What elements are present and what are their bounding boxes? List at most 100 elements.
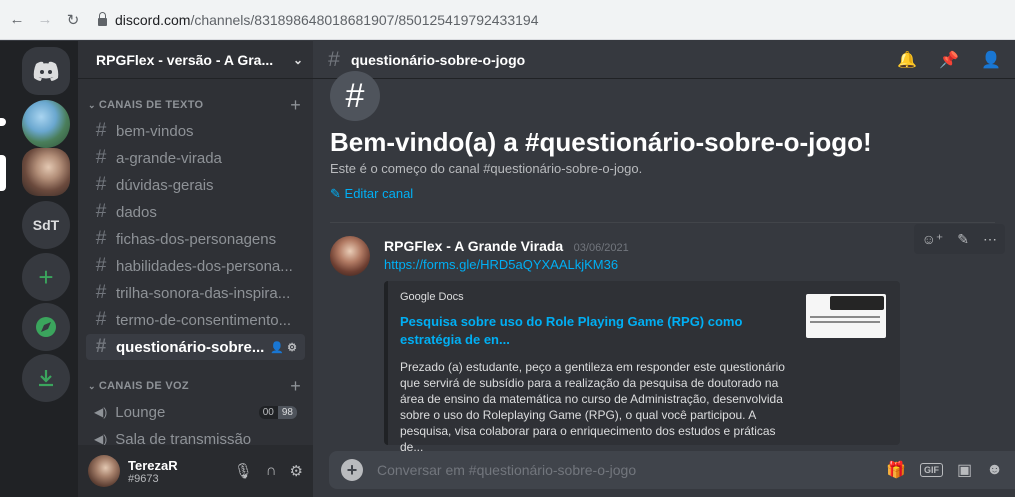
add-server-icon[interactable]: + — [22, 253, 70, 301]
hash-icon: # — [95, 174, 107, 195]
channel-label: habilidades-dos-persona... — [116, 257, 293, 275]
avatar[interactable] — [88, 455, 120, 487]
user-name: TerezaR — [128, 457, 178, 473]
channel-item-a-grande-virada[interactable]: # a-grande-virada — [86, 145, 305, 171]
channel-label: dúvidas-gerais — [116, 176, 214, 194]
emoji-icon[interactable]: ☻ — [986, 461, 1003, 479]
gif-button[interactable]: GIF — [920, 463, 944, 477]
channel-header: # questionário-sobre-o-jogo 🔔 📌 👤 — [313, 41, 1015, 79]
reload-icon[interactable]: ↻ — [62, 11, 84, 29]
discord-home-button[interactable] — [22, 47, 70, 95]
channel-label: bem-vindos — [116, 122, 194, 140]
hash-icon: # — [95, 255, 107, 276]
channel-item-habilidades[interactable]: # habilidades-dos-persona... — [86, 253, 305, 279]
channel-item-dados[interactable]: # dados — [86, 199, 305, 225]
channel-sidebar: RPGFlex - versão - A Gra... ⌄ ⌄ CANAIS DE… — [78, 41, 313, 497]
category-label: CANAIS DE TEXTO — [98, 99, 204, 111]
user-settings-gear-icon[interactable]: ⚙ — [290, 462, 303, 480]
category-voice-channels[interactable]: ⌄ CANAIS DE VOZ + — [78, 374, 313, 398]
embed-description: Prezado (a) estudante, peço a gentileza … — [400, 360, 785, 454]
category-label: CANAIS DE VOZ — [98, 380, 189, 392]
category-text-channels[interactable]: ⌄ CANAIS DE TEXTO + — [78, 93, 313, 117]
unread-indicator — [0, 118, 6, 126]
pinned-messages-icon[interactable]: 📌 — [939, 50, 959, 70]
embed-title[interactable]: Pesquisa sobre uso do Role Playing Game … — [400, 313, 770, 349]
channel-label: dados — [116, 203, 157, 221]
chevron-down-icon: ⌄ — [292, 52, 303, 67]
message-input[interactable] — [377, 462, 887, 478]
badge-current: 00 — [258, 405, 278, 419]
channel-label: fichas-dos-personagens — [116, 230, 277, 248]
sticker-icon[interactable]: ▣ — [957, 460, 972, 480]
thumbnail-banner — [830, 296, 884, 310]
speaker-icon: ◀) — [94, 432, 108, 446]
message-toolbar: ☺⁺ ✎ ⋯ — [913, 224, 1005, 254]
hash-icon: # — [95, 336, 107, 357]
voice-channel-lounge[interactable]: ◀) Lounge 00 98 — [86, 399, 305, 425]
message-header: RPGFlex - A Grande Virada 03/06/2021 — [384, 238, 629, 256]
channel-label: termo-de-consentimento... — [116, 311, 292, 329]
caret-down-icon: ⌄ — [88, 100, 96, 110]
server-name: RPGFlex - versão - A Gra... — [96, 51, 274, 68]
edit-pencil-icon[interactable]: ✎ — [957, 231, 969, 248]
address-bar[interactable]: discord.com /channels/831898648018681907… — [98, 6, 538, 34]
user-panel: TerezaR #9673 🎙 ∩ ⚙ — [78, 445, 313, 497]
thumbnail-text-line — [810, 316, 880, 318]
server-icon-sdt[interactable]: SdT — [22, 201, 70, 249]
add-reaction-icon[interactable]: ☺⁺ — [922, 231, 944, 248]
channel-label: questionário-sobre... — [116, 338, 265, 356]
download-icon — [39, 370, 53, 387]
message-timestamp: 03/06/2021 — [573, 242, 629, 254]
channel-label: Lounge — [115, 403, 166, 421]
invite-member-icon[interactable]: 👤 — [270, 342, 284, 354]
hash-icon: # — [95, 282, 107, 303]
server-icon-rpgflex[interactable] — [22, 148, 70, 196]
message-composer: + 🎁 GIF ▣ ☻ — [329, 451, 1015, 489]
forward-arrow-icon[interactable]: → — [34, 11, 56, 28]
embed-thumbnail[interactable] — [806, 294, 886, 338]
channel-hash-icon: # — [330, 71, 380, 121]
channel-item-duvidas-gerais[interactable]: # dúvidas-gerais — [86, 172, 305, 198]
thumbnail-text-line — [810, 321, 880, 323]
hash-icon: # — [95, 120, 107, 141]
avatar[interactable] — [330, 236, 370, 276]
member-list-icon[interactable]: 👤 — [981, 50, 1001, 70]
channel-item-trilha-sonora[interactable]: # trilha-sonora-das-inspira... — [86, 280, 305, 306]
channel-item-questionario[interactable]: # questionário-sobre... 👤 ⚙ — [86, 334, 305, 360]
server-list: SdT + — [0, 41, 78, 497]
gear-icon[interactable]: ⚙ — [287, 342, 297, 354]
badge-limit: 98 — [277, 405, 297, 419]
edit-channel-link[interactable]: ✎ Editar canal — [330, 186, 413, 202]
hash-icon: # — [95, 228, 107, 249]
create-channel-icon[interactable]: + — [290, 376, 301, 397]
channel-item-bem-vindos[interactable]: # bem-vindos — [86, 118, 305, 144]
caret-down-icon: ⌄ — [88, 381, 96, 391]
channel-item-fichas-dos-personagens[interactable]: # fichas-dos-personagens — [86, 226, 305, 252]
explore-servers-icon[interactable] — [22, 303, 70, 351]
server-icon-landscape[interactable] — [22, 100, 70, 148]
channel-item-termo-de-consentimento[interactable]: # termo-de-consentimento... — [86, 307, 305, 333]
user-tag: #9673 — [128, 472, 159, 485]
url-path: /channels/831898648018681907/85012541979… — [190, 11, 539, 28]
compass-icon — [36, 317, 56, 337]
headphones-icon[interactable]: ∩ — [266, 462, 277, 480]
welcome-subtitle: Este é o começo do canal #questionário-s… — [330, 161, 643, 176]
more-options-icon[interactable]: ⋯ — [983, 231, 997, 248]
user-limit-badge: 00 98 — [258, 405, 297, 419]
message-author[interactable]: RPGFlex - A Grande Virada — [384, 238, 563, 254]
hash-icon: # — [95, 201, 107, 222]
mute-microphone-icon[interactable]: 🎙 — [234, 462, 253, 480]
hash-icon: # — [95, 147, 107, 168]
gift-icon[interactable]: 🎁 — [886, 460, 906, 480]
back-arrow-icon[interactable]: ← — [6, 11, 28, 28]
pencil-icon: ✎ — [330, 186, 341, 201]
channel-title: questionário-sobre-o-jogo — [351, 51, 526, 68]
edit-channel-label: Editar canal — [344, 186, 414, 201]
notification-bell-icon[interactable]: 🔔 — [897, 50, 917, 70]
hash-icon: # — [328, 47, 340, 71]
create-channel-icon[interactable]: + — [290, 95, 301, 116]
message-link[interactable]: https://forms.gle/HRD5aQYXAALkjKM36 — [384, 257, 618, 272]
server-header[interactable]: RPGFlex - versão - A Gra... ⌄ — [78, 41, 313, 79]
upload-plus-button[interactable]: + — [341, 459, 363, 481]
download-apps-icon[interactable] — [22, 354, 70, 402]
